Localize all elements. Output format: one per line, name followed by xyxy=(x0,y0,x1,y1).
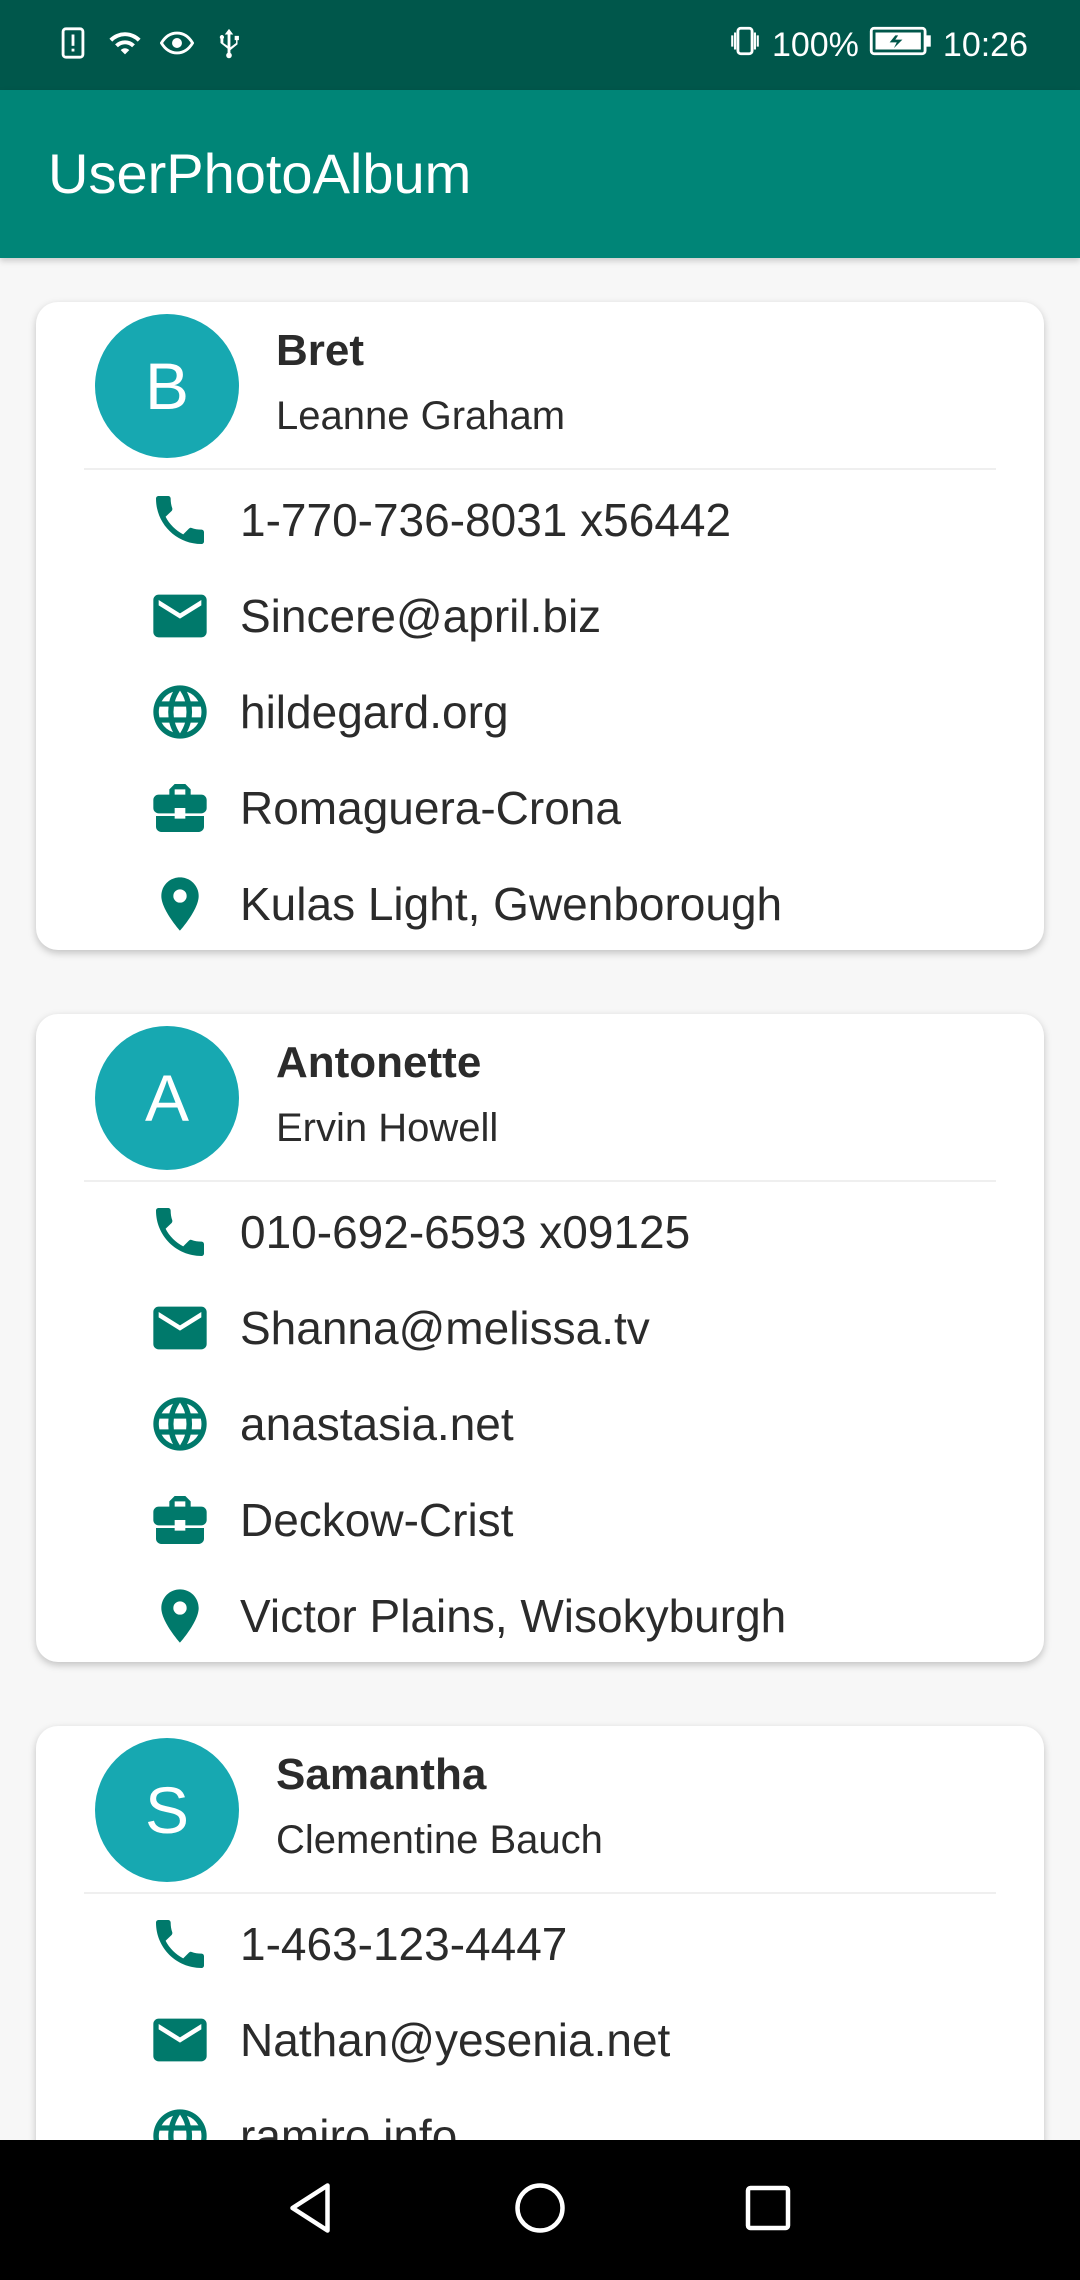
phone-icon xyxy=(148,1200,212,1264)
address-row[interactable]: Kulas Light, Gwenborough xyxy=(36,856,1044,950)
company-row[interactable]: Deckow-Crist xyxy=(36,1472,1044,1568)
home-button[interactable] xyxy=(500,2170,580,2250)
system-nav-bar xyxy=(0,2140,1080,2280)
website-value: ramiro.info xyxy=(240,2110,458,2140)
app-bar: UserPhotoAlbum xyxy=(0,90,1080,258)
phone-value: 010-692-6593 x09125 xyxy=(240,1206,691,1258)
home-icon xyxy=(510,2178,570,2243)
full-name: Clementine Bauch xyxy=(276,1818,603,1862)
user-card[interactable]: B Bret Leanne Graham 1-770-736-8031 x564… xyxy=(36,302,1044,950)
email-row[interactable]: Shanna@melissa.tv xyxy=(36,1280,1044,1376)
back-button[interactable] xyxy=(270,2170,350,2250)
company-row[interactable]: Romaguera-Crona xyxy=(36,760,1044,856)
wifi-icon xyxy=(108,26,142,65)
email-icon xyxy=(148,1296,212,1360)
phone-row[interactable]: 010-692-6593 x09125 xyxy=(36,1184,1044,1280)
user-details: 010-692-6593 x09125 Shanna@melissa.tv an… xyxy=(36,1184,1044,1662)
battery-icon xyxy=(869,24,933,67)
globe-icon xyxy=(148,2104,212,2140)
usb-icon xyxy=(212,26,246,65)
website-row[interactable]: ramiro.info xyxy=(36,2088,1044,2140)
location-pin-icon xyxy=(148,1584,212,1648)
username: Antonette xyxy=(276,1038,482,1087)
address-value: Kulas Light, Gwenborough xyxy=(240,878,783,930)
recents-icon xyxy=(738,2178,798,2243)
user-details: 1-463-123-4447 Nathan@yesenia.net ramiro… xyxy=(36,1896,1044,2140)
company-value: Romaguera-Crona xyxy=(240,782,621,834)
status-bar: 100% 10:26 xyxy=(0,0,1080,90)
email-icon xyxy=(148,2008,212,2072)
briefcase-icon xyxy=(148,776,212,840)
company-value: Deckow-Crist xyxy=(240,1494,514,1546)
vibrate-icon xyxy=(728,24,762,67)
website-value: hildegard.org xyxy=(240,686,509,738)
battery-percent: 100% xyxy=(771,25,859,64)
website-row[interactable]: hildegard.org xyxy=(36,664,1044,760)
app-title: UserPhotoAlbum xyxy=(48,142,472,205)
alert-icon xyxy=(56,26,90,65)
recents-button[interactable] xyxy=(728,2170,808,2250)
phone-value: 1-770-736-8031 x56442 xyxy=(240,494,732,546)
user-card[interactable]: A Antonette Ervin Howell 010-692-6593 x0… xyxy=(36,1014,1044,1662)
divider xyxy=(84,1180,996,1182)
email-value: Nathan@yesenia.net xyxy=(240,2014,671,2066)
divider xyxy=(84,1892,996,1894)
clock: 10:26 xyxy=(942,25,1028,64)
phone-icon xyxy=(148,1912,212,1976)
globe-icon xyxy=(148,1392,212,1456)
briefcase-icon xyxy=(148,1488,212,1552)
website-value: anastasia.net xyxy=(240,1398,514,1450)
avatar: B xyxy=(95,314,239,458)
full-name: Ervin Howell xyxy=(276,1106,499,1150)
phone-row[interactable]: 1-770-736-8031 x56442 xyxy=(36,472,1044,568)
username: Samantha xyxy=(276,1750,487,1799)
user-details: 1-770-736-8031 x56442 Sincere@april.biz … xyxy=(36,472,1044,950)
email-icon xyxy=(148,584,212,648)
back-icon xyxy=(280,2178,340,2243)
avatar: A xyxy=(95,1026,239,1170)
user-list[interactable]: B Bret Leanne Graham 1-770-736-8031 x564… xyxy=(0,258,1080,2140)
user-card[interactable]: S Samantha Clementine Bauch 1-463-123-44… xyxy=(36,1726,1044,2140)
email-value: Sincere@april.biz xyxy=(240,590,602,642)
website-row[interactable]: anastasia.net xyxy=(36,1376,1044,1472)
username: Bret xyxy=(276,326,365,375)
email-row[interactable]: Nathan@yesenia.net xyxy=(36,1992,1044,2088)
eye-icon xyxy=(159,26,195,65)
status-left-icons xyxy=(56,0,246,90)
email-row[interactable]: Sincere@april.biz xyxy=(36,568,1044,664)
phone-row[interactable]: 1-463-123-4447 xyxy=(36,1896,1044,1992)
avatar: S xyxy=(95,1738,239,1882)
globe-icon xyxy=(148,680,212,744)
phone-value: 1-463-123-4447 xyxy=(240,1918,568,1970)
location-pin-icon xyxy=(148,872,212,936)
status-right-group: 100% 10:26 xyxy=(728,0,1028,90)
divider xyxy=(84,468,996,470)
address-value: Victor Plains, Wisokyburgh xyxy=(240,1590,787,1642)
phone-icon xyxy=(148,488,212,552)
full-name: Leanne Graham xyxy=(276,394,566,438)
address-row[interactable]: Victor Plains, Wisokyburgh xyxy=(36,1568,1044,1662)
email-value: Shanna@melissa.tv xyxy=(240,1302,650,1354)
